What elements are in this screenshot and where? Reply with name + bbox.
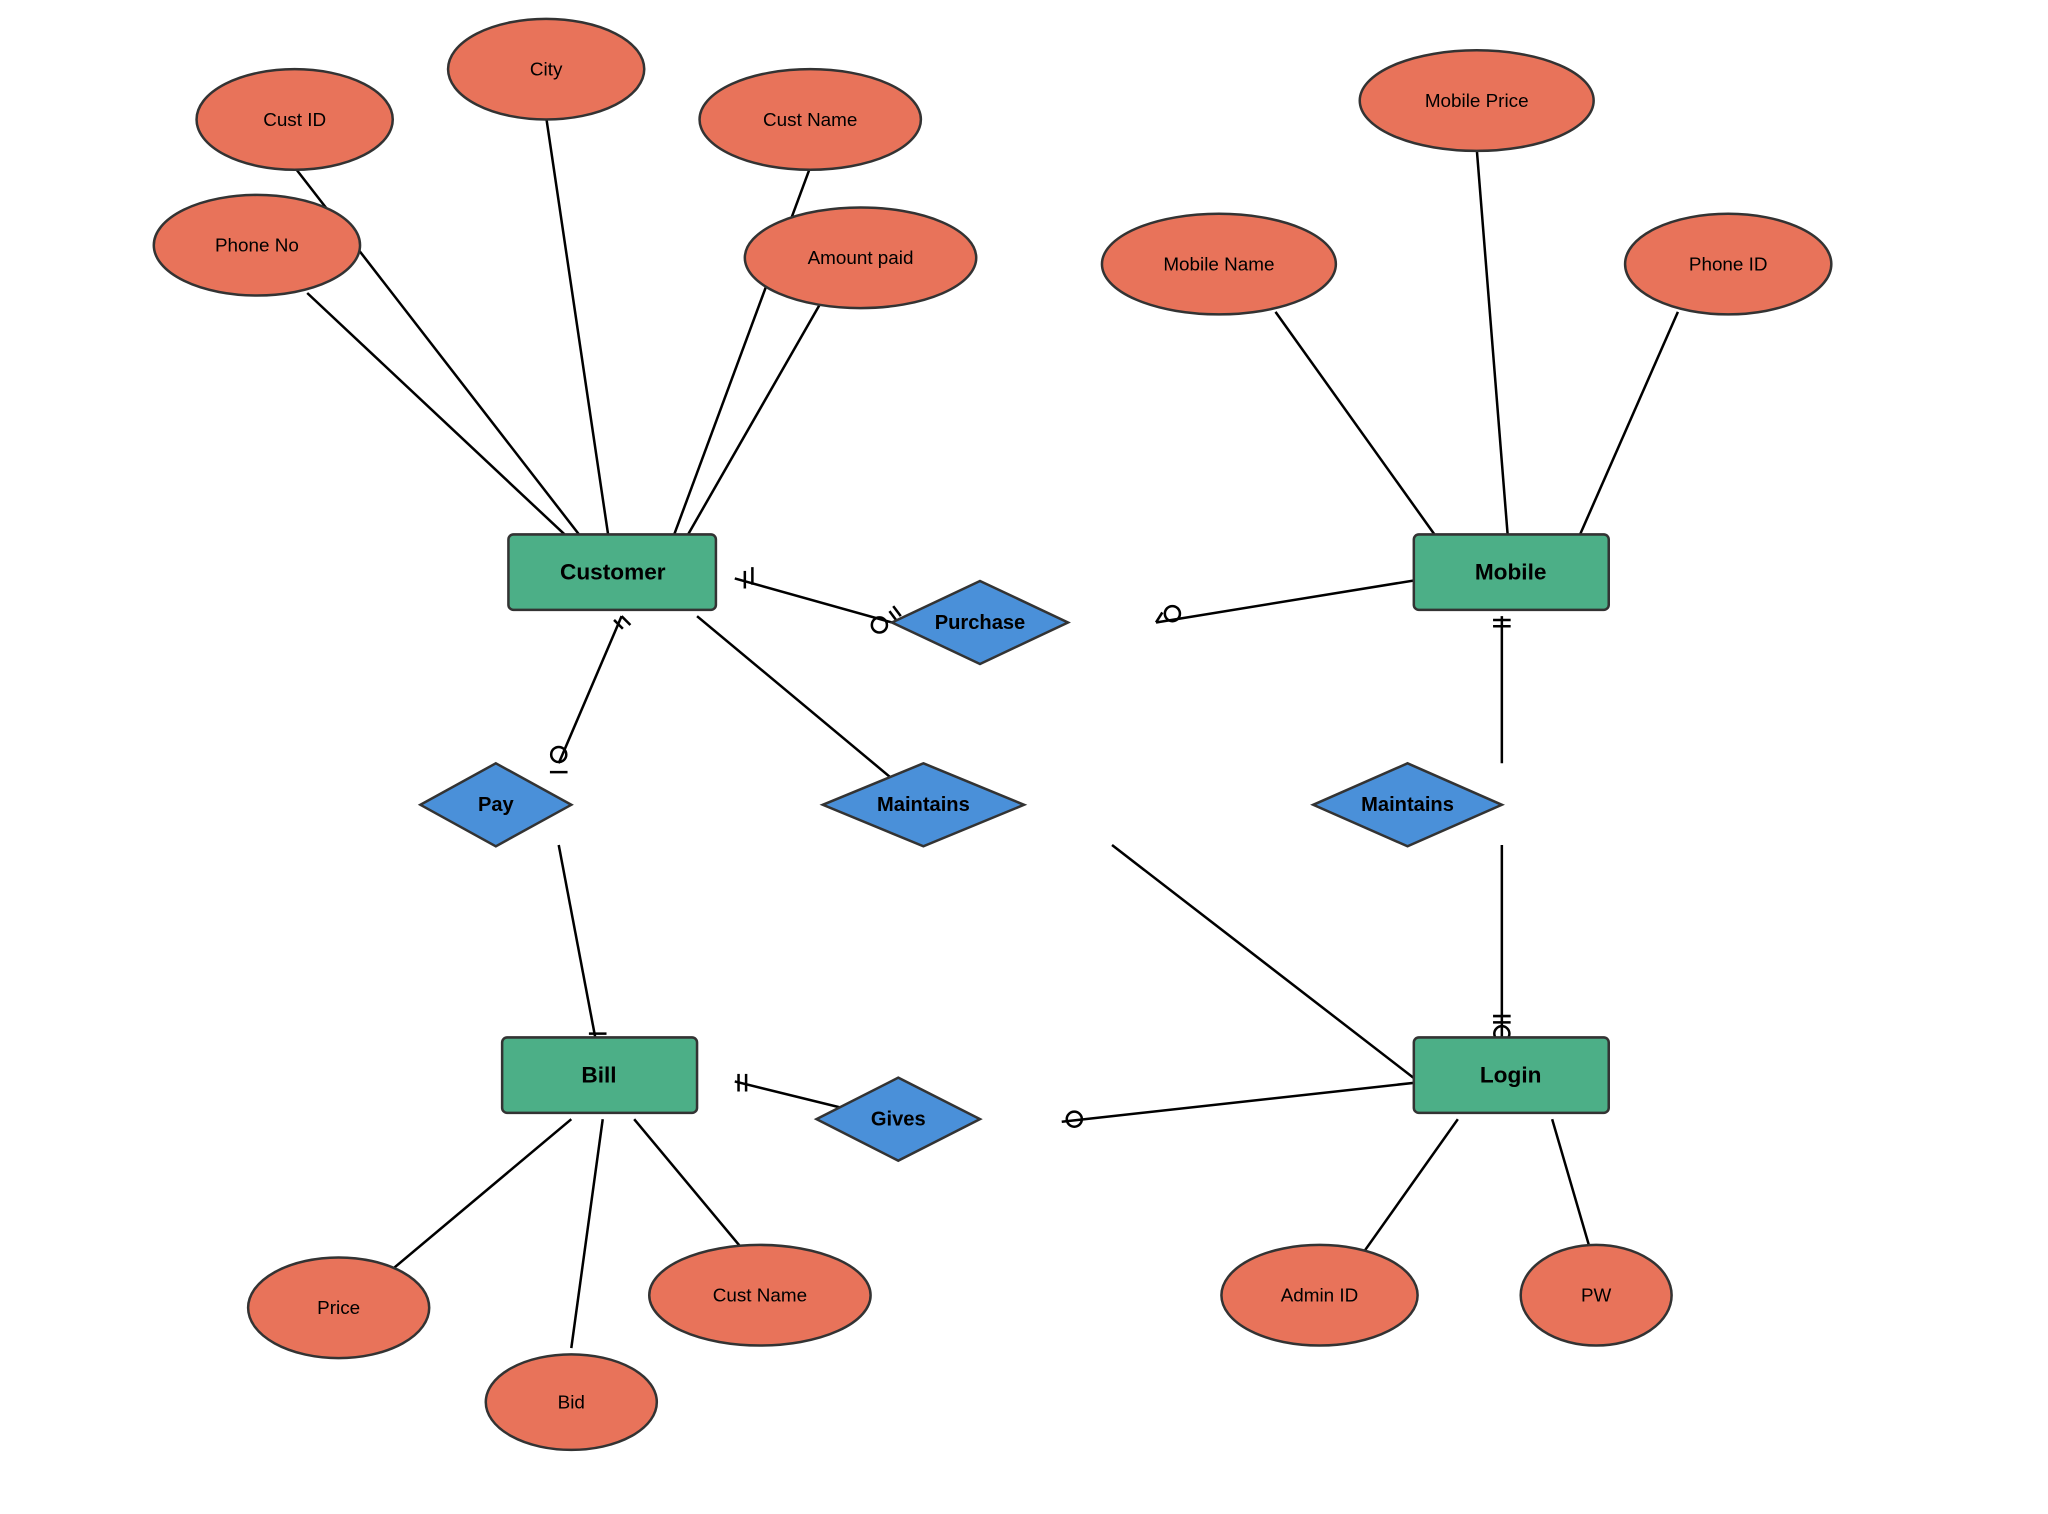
attribute-amount-paid-label: Amount paid (808, 247, 914, 268)
attribute-mobile-name-label: Mobile Name (1163, 253, 1274, 274)
attribute-city-label: City (530, 58, 563, 79)
entity-mobile-label: Mobile (1475, 560, 1547, 585)
relationship-maintains-left-label: Maintains (877, 794, 970, 816)
attribute-cust-name2-label: Cust Name (713, 1285, 807, 1306)
entity-customer-label: Customer (560, 560, 666, 585)
attribute-pw-label: PW (1581, 1285, 1612, 1306)
entity-login-label: Login (1480, 1063, 1542, 1088)
attribute-phone-id-label: Phone ID (1689, 253, 1768, 274)
relationship-purchase-label: Purchase (935, 612, 1026, 634)
attribute-mobile-price-label: Mobile Price (1425, 90, 1529, 111)
attribute-bid-label: Bid (558, 1391, 585, 1412)
attribute-cust-name-label: Cust Name (763, 109, 857, 130)
entity-bill-label: Bill (581, 1063, 616, 1088)
relationship-pay-label: Pay (478, 794, 515, 816)
attribute-admin-id-label: Admin ID (1281, 1285, 1359, 1306)
attribute-phone-no-label: Phone No (215, 235, 299, 256)
attribute-cust-id-label: Cust ID (263, 109, 326, 130)
er-diagram: Customer Mobile Bill Login Purchase Pay … (0, 0, 2048, 1509)
relationship-maintains-right-label: Maintains (1361, 794, 1454, 816)
relationship-gives-label: Gives (871, 1108, 926, 1130)
attribute-price-label: Price (317, 1297, 360, 1318)
